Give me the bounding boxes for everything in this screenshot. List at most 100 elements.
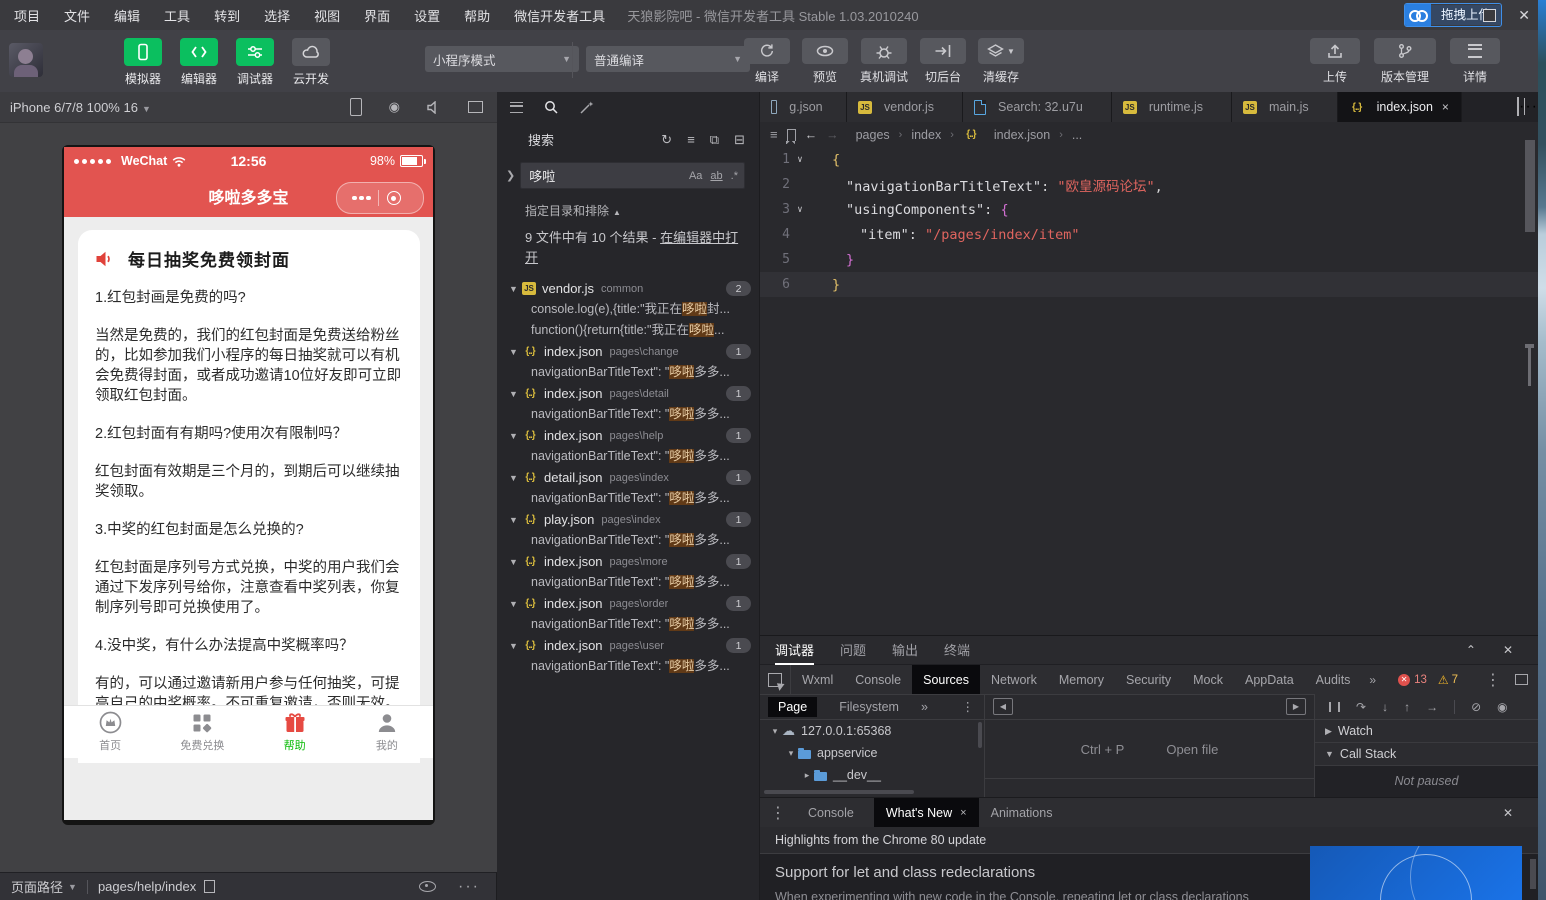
search-match-line[interactable]: console.log(e),{title:"我正在哆啦封...	[497, 299, 759, 320]
devtools-tab[interactable]: Mock	[1182, 665, 1234, 694]
bookmark-icon[interactable]	[787, 129, 796, 141]
menu-item[interactable]: 视图	[314, 6, 340, 25]
sound-icon[interactable]	[427, 101, 441, 114]
remote-debug-button[interactable]: 真机调试	[860, 38, 908, 85]
editor-more-icon[interactable]: ···	[1519, 98, 1538, 115]
tab-free-redeem[interactable]: 免费兑换	[156, 706, 248, 758]
warning-badge[interactable]: ⚠7	[1438, 673, 1458, 687]
editor-tab[interactable]: Search: 32.u7u	[963, 92, 1112, 122]
outline-icon[interactable]: ≡	[770, 127, 778, 142]
tab-help[interactable]: 帮助	[249, 706, 341, 758]
devtools-tab[interactable]: Console	[844, 665, 912, 694]
devtools-tab[interactable]: Network	[980, 665, 1048, 694]
code-line[interactable]: 1 ∨ {	[760, 147, 1538, 172]
search-result-file-row[interactable]: ▼ detail.json pages\index 1	[497, 467, 759, 488]
page-path-label[interactable]: 页面路径	[11, 877, 63, 896]
miniprogram-capsule[interactable]	[336, 182, 424, 214]
inspect-element-icon[interactable]	[760, 665, 791, 694]
breadcrumb-item[interactable]: index	[911, 128, 941, 142]
pause-on-exceptions-icon[interactable]: ◉	[1497, 700, 1507, 714]
drawer-tab[interactable]: Animations	[979, 798, 1073, 827]
to-background-button[interactable]: 切后台	[920, 38, 966, 85]
rotate-device-icon[interactable]	[350, 98, 362, 116]
split-editor-icon[interactable]	[1517, 97, 1519, 116]
compile-button[interactable]: 编译	[744, 38, 790, 85]
drawer-tab[interactable]: Console	[796, 798, 874, 827]
search-icon[interactable]	[544, 100, 558, 114]
search-result-file-row[interactable]: ▼ index.json pages\more 1	[497, 551, 759, 572]
search-result-file-row[interactable]: ▼ index.json pages\help 1	[497, 425, 759, 446]
tree-hscrollbar[interactable]	[764, 790, 914, 794]
search-match-line[interactable]: navigationBarTitleText": "哆啦多多...	[497, 446, 759, 467]
search-match-line[interactable]: function(){return{title:"我正在哆啦...	[497, 320, 759, 341]
close-drawer-icon[interactable]: ✕	[1503, 806, 1538, 820]
more-icon[interactable]: ···	[458, 878, 480, 896]
menu-item[interactable]: 设置	[414, 6, 440, 25]
code-line[interactable]: 2 "navigationBarTitleText": "欧皇源码论坛",	[760, 172, 1538, 197]
cloud-dev-button[interactable]: 云开发	[288, 38, 334, 87]
close-icon[interactable]: ×	[960, 807, 966, 819]
error-badge[interactable]: ✕13	[1398, 674, 1427, 686]
file-list-icon[interactable]	[510, 102, 523, 113]
step-icon[interactable]: →	[1426, 700, 1438, 714]
drawer-tab[interactable]: What's New×	[874, 798, 979, 827]
more-tabs-icon[interactable]: »	[1361, 673, 1384, 687]
tree-caret-icon[interactable]: ▸	[800, 770, 814, 781]
tree-caret-icon[interactable]: ▾	[784, 748, 798, 759]
close-panel-icon[interactable]: ✕	[1503, 643, 1513, 657]
exit-icon[interactable]	[387, 191, 401, 205]
window-restore-icon[interactable]	[1483, 9, 1496, 22]
next-source-icon[interactable]: ▶	[1286, 698, 1306, 715]
search-match-line[interactable]: navigationBarTitleText": "哆啦多多...	[497, 362, 759, 383]
step-into-icon[interactable]: ↓	[1382, 700, 1388, 714]
details-button[interactable]: 详情	[1450, 38, 1500, 85]
debugger-panel-tab[interactable]: 问题	[840, 635, 866, 665]
menu-item[interactable]: 转到	[214, 6, 240, 25]
menu-item[interactable]: 界面	[364, 6, 390, 25]
open-file-label[interactable]: Open file	[1166, 742, 1218, 757]
search-match-line[interactable]: navigationBarTitleText": "哆啦多多...	[497, 488, 759, 509]
menu-item[interactable]: 选择	[264, 6, 290, 25]
tree-item[interactable]: ▸ __dev__	[760, 764, 984, 786]
wand-icon[interactable]	[579, 100, 594, 115]
search-result-file-row[interactable]: ▼ index.json pages\detail 1	[497, 383, 759, 404]
code-line[interactable]: 6 }	[760, 272, 1538, 297]
search-match-line[interactable]: navigationBarTitleText": "哆啦多多...	[497, 614, 759, 635]
search-result-file-row[interactable]: ▼ play.json pages\index 1	[497, 509, 759, 530]
editor-tab[interactable]: vendor.js	[847, 92, 963, 122]
drawer-scrollbar[interactable]	[1530, 859, 1536, 889]
devtools-tab[interactable]: AppData	[1234, 665, 1305, 694]
search-match-line[interactable]: navigationBarTitleText": "哆啦多多...	[497, 530, 759, 551]
multi-window-icon[interactable]	[468, 101, 483, 113]
tree-caret-icon[interactable]: ▾	[768, 726, 782, 737]
fold-icon[interactable]: ∨	[790, 155, 810, 165]
devtools-tab[interactable]: Memory	[1048, 665, 1115, 694]
prev-source-icon[interactable]: ◀	[993, 698, 1013, 715]
window-close-icon[interactable]: ✕	[1518, 0, 1530, 30]
step-out-icon[interactable]: ↑	[1404, 700, 1410, 714]
tree-vscrollbar[interactable]	[978, 722, 982, 748]
call-stack-section[interactable]: ▼Call Stack	[1315, 743, 1538, 766]
debugger-panel-tab[interactable]: 调试器	[775, 635, 814, 665]
undock-icon[interactable]	[1515, 674, 1528, 685]
editor-tab[interactable]: index.json ×	[1338, 92, 1462, 122]
code-line[interactable]: 4 "item": "/pages/index/item"	[760, 222, 1538, 247]
preview-button[interactable]: 预览	[802, 38, 848, 85]
editor-tab[interactable]: main.js	[1232, 92, 1338, 122]
open-new-search-editor-icon[interactable]: ⧉	[710, 132, 719, 148]
editor-toggle-button[interactable]: 编辑器	[176, 38, 222, 87]
debugger-panel-tab[interactable]: 输出	[892, 635, 918, 665]
debugger-toggle-button[interactable]: 调试器	[232, 38, 278, 87]
tab-mine[interactable]: 我的	[341, 706, 433, 758]
tab-home[interactable]: 首页	[64, 706, 156, 758]
simulator-toggle-button[interactable]: 模拟器	[120, 38, 166, 87]
tree-menu-icon[interactable]: ⋮	[962, 699, 985, 714]
search-match-line[interactable]: navigationBarTitleText": "哆啦多多...	[497, 572, 759, 593]
fold-icon[interactable]: ∨	[790, 205, 810, 215]
toggle-replace-icon[interactable]: ❯	[506, 169, 515, 182]
search-match-line[interactable]: navigationBarTitleText": "哆啦多多...	[497, 404, 759, 425]
collapse-all-icon[interactable]: ⊟	[734, 132, 745, 148]
breadcrumb-item[interactable]: pages	[856, 128, 890, 142]
back-icon[interactable]: ←	[805, 128, 818, 142]
clear-cache-button[interactable]: ▼ 清缓存	[978, 38, 1024, 85]
